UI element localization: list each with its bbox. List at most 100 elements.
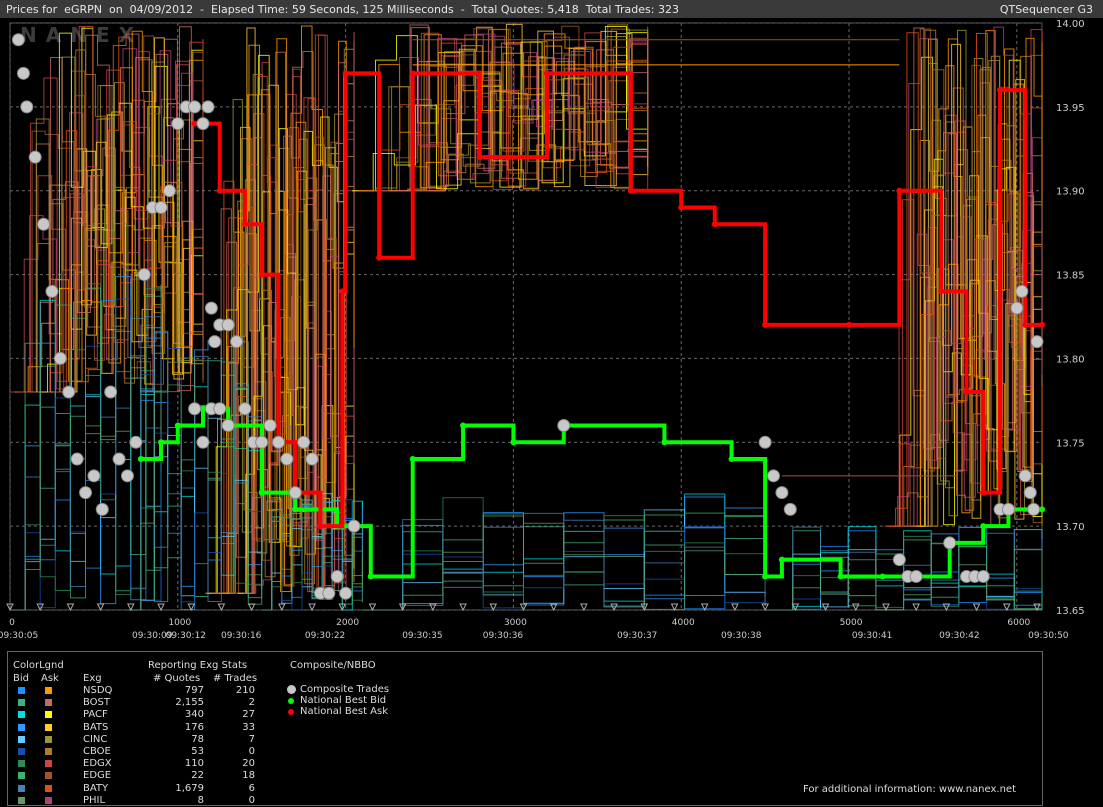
ask-color-swatch [45, 760, 52, 768]
national-best-ask-point [711, 221, 718, 228]
trade-count: 7 [248, 733, 255, 745]
legend-composite-header: Composite/NBBO [290, 660, 376, 671]
composite-trade-point [976, 569, 990, 583]
national-best-ask-point [258, 271, 265, 278]
composite-trade-point [129, 435, 143, 449]
composite-trade-point [154, 200, 168, 214]
trade-count: 33 [242, 721, 255, 733]
title-bar: Prices for eGRPN on 04/09/2012 - Elapsed… [0, 0, 1103, 18]
national-best-ask-point [1022, 321, 1029, 328]
exchange-name: BOST [83, 697, 111, 709]
composite-trade-point [37, 217, 51, 231]
national-best-ask-point [938, 288, 945, 295]
composite-trade-point [120, 469, 134, 483]
exchange-name: PHIL [83, 794, 106, 806]
national-best-bid-point [174, 422, 181, 429]
legend-stats-header: Reporting Exg Stats [148, 660, 248, 671]
exchange-name: BATY [83, 782, 109, 794]
composite-trade-point [263, 419, 277, 433]
composite-trade-point [909, 569, 923, 583]
bid-color-swatch [18, 711, 25, 719]
composite-trade-point [1018, 469, 1032, 483]
national-best-bid-point [292, 506, 299, 513]
time-label: 09:30:37 [617, 631, 657, 641]
national-best-ask-point [241, 221, 248, 228]
national-best-ask-point [980, 489, 987, 496]
time-label: 09:30:42 [939, 631, 979, 641]
national-best-bid-point [510, 439, 517, 446]
bid-color-swatch [18, 772, 25, 780]
ask-color-swatch [45, 699, 52, 707]
ask-color-swatch [45, 711, 52, 719]
composite-trade-point [16, 66, 30, 80]
composite-trade-point [95, 502, 109, 516]
trade-count: 210 [235, 685, 255, 696]
composite-trade-point [271, 435, 285, 449]
y-tick-label: 13.85 [1056, 271, 1085, 282]
bid-color-swatch [18, 735, 25, 743]
quote-count: 176 [184, 721, 204, 733]
composite-trade-point [288, 486, 302, 500]
ask-color-swatch [45, 772, 52, 780]
national-best-bid-point [158, 439, 165, 446]
ask-color-swatch [45, 687, 52, 694]
composite-trade-point [201, 100, 215, 114]
national-best-ask-point [216, 187, 223, 194]
composite-trade-point [171, 117, 185, 131]
x-tick-label: 0 [9, 618, 15, 628]
composite-trade-point [1030, 335, 1044, 349]
composite-trade-point [208, 335, 222, 349]
composite-trade-point [213, 402, 227, 416]
composite-trade-point [1027, 502, 1041, 516]
composite-trade-point [104, 385, 118, 399]
time-label: 09:30:16 [221, 631, 262, 641]
composite-trade-point [557, 419, 571, 433]
bid-color-swatch [18, 784, 25, 792]
national-best-bid-point [258, 489, 265, 496]
composite-trade-point [112, 452, 126, 466]
composite-trade-point [221, 419, 235, 433]
composite-trade-point [188, 402, 202, 416]
national-best-ask-point [376, 254, 383, 261]
ask-color-swatch [45, 723, 52, 731]
composite-trade-point [137, 268, 151, 282]
time-label: 09:30:05 [0, 631, 38, 641]
y-tick-label: 13.95 [1056, 103, 1085, 114]
nbbo-legend-label: National Best Ask [300, 706, 389, 717]
national-best-bid-point [980, 523, 987, 530]
legend-panel: ColorLgnd Bid Ask Reporting Exg Stats Ex… [7, 651, 1043, 806]
nbbo-legend-label: Composite Trades [300, 684, 390, 695]
quote-count: 53 [191, 746, 204, 757]
x-tick-label: 1000 [168, 618, 191, 628]
trade-count: 18 [242, 770, 255, 782]
national-best-ask-point [963, 388, 970, 395]
composite-trade-point [45, 284, 59, 298]
composite-trades-icon [287, 685, 296, 694]
composite-trade-point [196, 435, 210, 449]
trade-count: 0 [248, 794, 255, 806]
exchange-name: NSDQ [83, 685, 113, 696]
y-tick-label: 13.65 [1056, 606, 1085, 617]
legend-trades-header: # Trades [213, 673, 258, 684]
composite-trade-point [11, 33, 25, 47]
composite-trade-point [775, 486, 789, 500]
national-best-ask-point [762, 321, 769, 328]
composite-trade-point [20, 100, 34, 114]
trade-count: 20 [242, 758, 255, 770]
national-best-ask-point [1039, 321, 1045, 328]
bid-color-swatch [18, 748, 25, 755]
nbbo-legend-label: National Best Bid [300, 695, 387, 706]
exchange-name: CBOE [83, 746, 111, 757]
composite-trade-point [758, 435, 772, 449]
bid-color-swatch [18, 699, 25, 707]
quote-count: 78 [191, 733, 204, 745]
composite-trade-point [188, 100, 202, 114]
quote-count: 22 [191, 770, 204, 782]
exchange-name: CINC [83, 733, 108, 745]
national-best-bid-point [778, 556, 785, 563]
composite-trade-point [297, 435, 311, 449]
quote-count: 8 [197, 794, 204, 806]
composite-trade-point [305, 452, 319, 466]
exchange-name: PACF [83, 709, 108, 721]
trade-count: 2 [248, 697, 255, 709]
